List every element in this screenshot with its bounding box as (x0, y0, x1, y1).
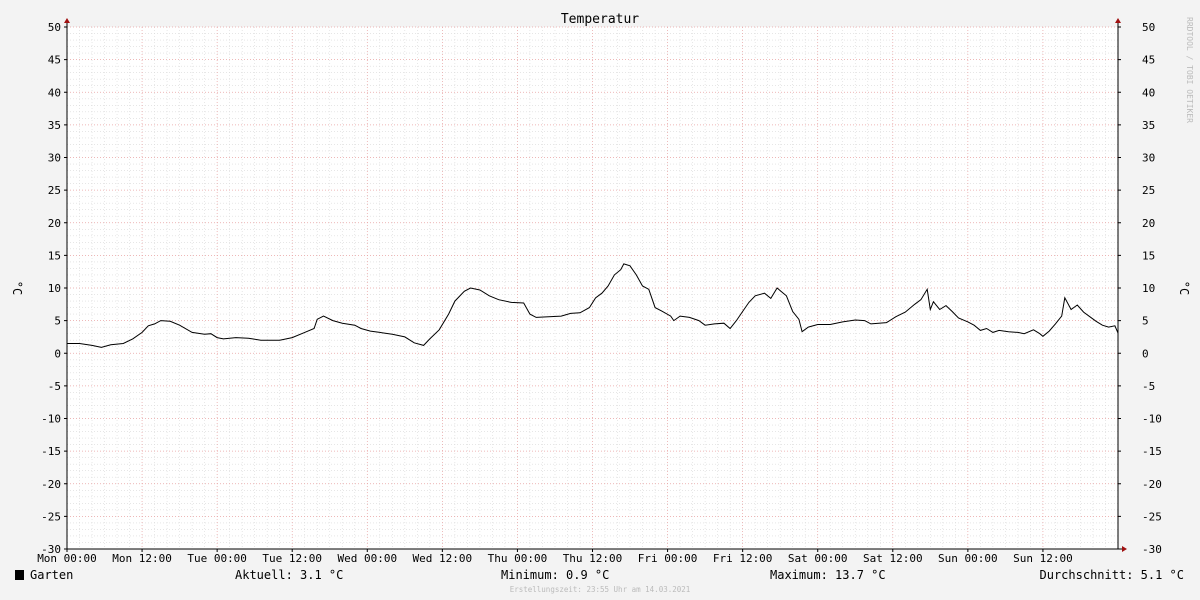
y-tick-label-right: 5 (1142, 315, 1149, 328)
x-tick-label: Tue 12:00 (262, 552, 322, 565)
y-tick-label-right: 45 (1142, 54, 1155, 67)
y-tick-label-left: -5 (48, 380, 61, 393)
y-tick-label-right: -10 (1142, 413, 1162, 426)
y-tick-label-left: 5 (54, 315, 61, 328)
y-tick-label-right: -15 (1142, 445, 1162, 458)
y-tick-label-right: -5 (1142, 380, 1155, 393)
temperature-chart: 50454035302520151050-5-10-15-20-25-30 50… (0, 0, 1200, 600)
y-tick-label-right: -30 (1142, 543, 1162, 556)
y-tick-label-right: 50 (1142, 21, 1155, 34)
y-tick-label-left: -15 (41, 445, 61, 458)
x-tick-label: Sun 12:00 (1013, 552, 1073, 565)
y-tick-label-right: -25 (1142, 510, 1162, 523)
x-tick-label: Thu 00:00 (488, 552, 548, 565)
y-tick-label-left: 25 (48, 184, 61, 197)
y-tick-label-right: 15 (1142, 249, 1155, 262)
x-tick-label: Fri 00:00 (638, 552, 698, 565)
y-tick-label-right: 0 (1142, 347, 1149, 360)
x-tick-label: Sun 00:00 (938, 552, 998, 565)
y-tick-label-right: 40 (1142, 86, 1155, 99)
y-tick-label-right: 35 (1142, 119, 1155, 132)
x-tick-label: Wed 00:00 (337, 552, 397, 565)
legend-maximum: Maximum: 13.7 °C (770, 568, 886, 582)
x-tick-label: Mon 00:00 (37, 552, 97, 565)
x-tick-label: Mon 12:00 (112, 552, 172, 565)
y-tick-label-left: 20 (48, 217, 61, 230)
x-tick-label: Sat 00:00 (788, 552, 848, 565)
y-tick-label-left: -20 (41, 478, 61, 491)
y-tick-label-right: -20 (1142, 478, 1162, 491)
y-tick-label-left: 10 (48, 282, 61, 295)
legend-minimum: Minimum: 0.9 °C (501, 568, 609, 582)
y-tick-label-left: 0 (54, 347, 61, 360)
y-tick-label-right: 20 (1142, 217, 1155, 230)
y-tick-label-left: 15 (48, 249, 61, 262)
y-tick-label-left: -25 (41, 510, 61, 523)
legend-series-name: Garten (30, 568, 73, 582)
x-tick-label: Tue 00:00 (187, 552, 247, 565)
y-tick-label-left: 30 (48, 152, 61, 165)
y-tick-label-right: 25 (1142, 184, 1155, 197)
y-tick-label-left: 40 (48, 86, 61, 99)
y-tick-label-left: 50 (48, 21, 61, 34)
legend-current: Aktuell: 3.1 °C (235, 568, 343, 582)
y-tick-label-left: -10 (41, 413, 61, 426)
legend-swatch (15, 570, 24, 580)
x-tick-label: Sat 12:00 (863, 552, 923, 565)
x-tick-label: Wed 12:00 (413, 552, 473, 565)
y-tick-label-right: 10 (1142, 282, 1155, 295)
legend-average: Durchschnitt: 5.1 °C (1040, 568, 1185, 582)
y-axis-label-left: °C (10, 281, 24, 295)
chart-container: 50 45 40 35 30 25 20 15 10 5 0 -5 -10 -15 -20 -25 -30 50… (0, 0, 1200, 600)
y-tick-label-left: 35 (48, 119, 61, 132)
chart-title: Temperatur (561, 12, 639, 27)
y-tick-label-left: 45 (48, 54, 61, 67)
watermark-text: RRDTOOL / TOBI OETIKER (1185, 17, 1194, 123)
y-tick-label-right: 30 (1142, 152, 1155, 165)
creation-time: Erstellungszeit: 23:55 Uhr am 14.03.2021 (510, 585, 691, 594)
y-axis-label-right: °C (1177, 281, 1191, 295)
x-tick-label: Fri 12:00 (713, 552, 773, 565)
x-tick-label: Thu 12:00 (563, 552, 623, 565)
